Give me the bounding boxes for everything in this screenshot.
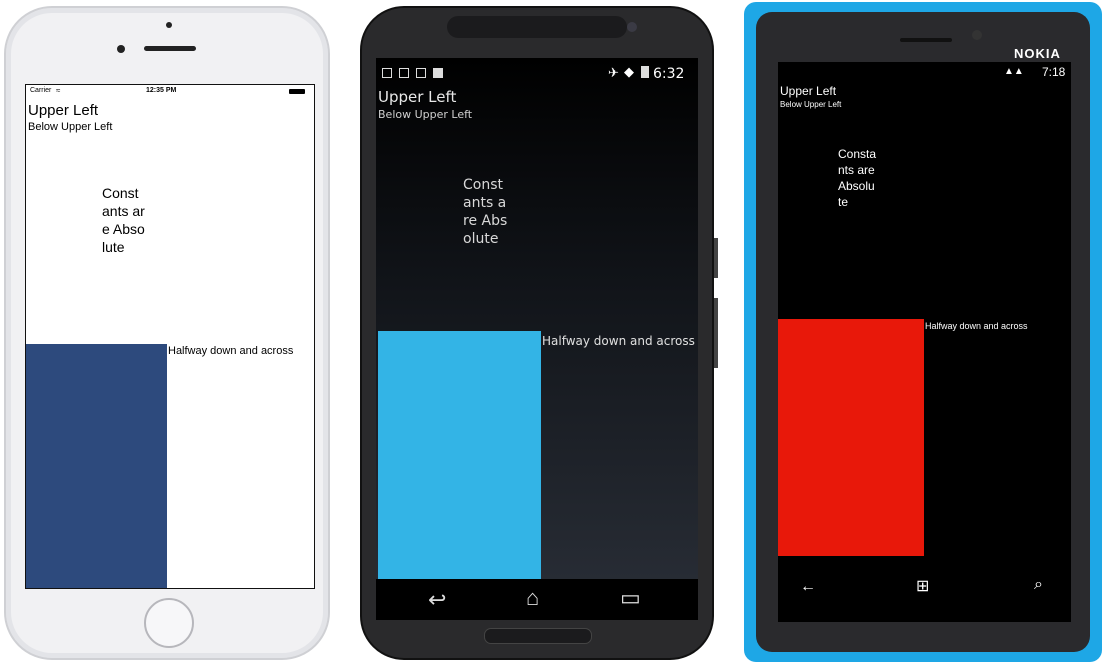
- mail-icon: [399, 68, 409, 78]
- power-button[interactable]: [714, 238, 718, 278]
- ios-status-bar: Carrier ≈ 12:35 PM: [26, 85, 314, 99]
- halfway-label: Halfway down and across: [925, 321, 1028, 331]
- status-time: 6:32: [653, 66, 685, 82]
- android-status-bar: ✈ ◆ 6:32: [376, 64, 698, 82]
- nokia-nav-bar: ← ⊞ ⌕: [744, 556, 1102, 606]
- back-icon[interactable]: ↩: [428, 587, 446, 613]
- below-upper-left-label: Below Upper Left: [28, 121, 113, 133]
- constants-label: Constants are Absolute: [102, 185, 145, 255]
- brand-logo: NOKIA: [1014, 46, 1061, 61]
- battery-icon: [289, 89, 305, 94]
- below-upper-left-label: Below Upper Left: [378, 108, 473, 121]
- nokia-device: NOKIA ▲▲ 7:18 Upper Left Below Upper Lef…: [744, 2, 1102, 662]
- bottom-speaker: [484, 628, 592, 644]
- home-icon[interactable]: ⌂: [526, 585, 539, 611]
- android-screen: ✈ ◆ 6:32 Upper Left Below Upper Left Con…: [376, 58, 698, 620]
- notification-icon: [416, 68, 426, 78]
- picture-icon: [382, 68, 392, 78]
- signal-icon: ▲▲: [1004, 66, 1024, 77]
- color-box: [778, 319, 924, 556]
- nokia-screen: ▲▲ 7:18 Upper Left Below Upper Left Cons…: [778, 62, 1071, 622]
- iphone-device: Carrier ≈ 12:35 PM Upper Left Below Uppe…: [4, 6, 330, 660]
- android-nav-bar: ↩ ⌂ ▭: [376, 579, 698, 620]
- upper-left-label: Upper Left: [378, 88, 457, 106]
- search-icon[interactable]: ⌕: [1034, 576, 1043, 594]
- iphone-screen: Carrier ≈ 12:35 PM Upper Left Below Uppe…: [25, 84, 315, 589]
- signal-icon: ✈: [608, 65, 619, 80]
- wifi-icon: ≈: [56, 86, 61, 95]
- front-camera: [972, 30, 982, 40]
- constants-label: Constants are Absolute: [838, 147, 877, 209]
- earpiece-speaker: [900, 38, 952, 42]
- sd-icon: [433, 68, 443, 78]
- halfway-label: Halfway down and across: [542, 334, 695, 348]
- volume-button[interactable]: [714, 298, 718, 368]
- front-camera: [627, 22, 637, 32]
- android-device: ✈ ◆ 6:32 Upper Left Below Upper Left Con…: [360, 6, 718, 660]
- constants-label: Constants are Absolute: [463, 177, 508, 247]
- earpiece-speaker: [447, 16, 627, 38]
- earpiece-speaker: [144, 46, 196, 51]
- upper-left-label: Upper Left: [28, 102, 99, 119]
- front-camera: [117, 45, 125, 53]
- back-arrow-icon[interactable]: ←: [800, 578, 816, 596]
- color-box: [26, 344, 167, 588]
- carrier-label: Carrier: [30, 87, 52, 94]
- home-button[interactable]: [144, 598, 194, 648]
- color-box: [378, 331, 541, 579]
- upper-left-label: Upper Left: [780, 84, 837, 98]
- halfway-label: Halfway down and across: [168, 345, 294, 357]
- wp-status-bar: ▲▲ 7:18: [778, 62, 1071, 80]
- front-sensor: [166, 22, 172, 28]
- recents-icon[interactable]: ▭: [620, 585, 641, 611]
- below-upper-left-label: Below Upper Left: [780, 100, 842, 109]
- wifi-icon: ◆: [624, 64, 634, 79]
- windows-start-icon[interactable]: ⊞: [916, 576, 929, 596]
- status-time: 12:35 PM: [146, 87, 177, 94]
- battery-icon: [641, 66, 649, 78]
- status-time: 7:18: [1042, 65, 1066, 79]
